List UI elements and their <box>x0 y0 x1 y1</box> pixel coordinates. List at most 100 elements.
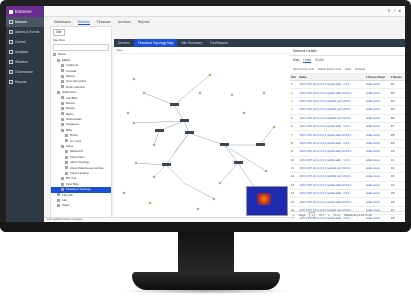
tab-2[interactable]: Firmware <box>97 20 111 25</box>
cell-device: 0/5 <box>389 105 405 115</box>
cell-device-name[interactable]: cellar-core1 <box>364 164 390 174</box>
cell-device: 1/1 <box>389 156 405 165</box>
switch-node-3[interactable] <box>155 129 164 132</box>
switch-node-5[interactable] <box>220 143 229 146</box>
tab-4[interactable]: Reports <box>138 20 150 25</box>
cell-name[interactable]: 10.8.1.157 1/2 ip 2.0.1 (uplink add) 10.… <box>298 88 365 98</box>
table-row[interactable]: 13 10.8.1.157 1/2 ip 2.0.1 (uplink add) 1… <box>290 181 405 191</box>
cell-device-name[interactable]: cellar-core1 <box>364 80 390 90</box>
view-tab-3[interactable]: FlexReports <box>206 39 232 47</box>
tree-selector[interactable]: Site <box>53 29 65 36</box>
cell-name[interactable]: 10.8.1.157 1/2 ip 2.0.1 (uplink add) 10.… <box>298 197 365 207</box>
cell-device-name[interactable]: cellar-core1 <box>364 147 390 157</box>
cell-name[interactable]: 10.8.1.157 1/2 ip 2.0.1 (uplink2 port 10… <box>298 172 365 182</box>
panel-actions: New Device Link Delete Device Link Filter R… <box>290 65 405 74</box>
cell-device-name[interactable]: cellar-core1 <box>364 97 390 107</box>
tree-node-label: Flowchart Topology <box>66 187 91 192</box>
nav-item-3[interactable]: Analytics <box>6 47 44 57</box>
cell-name[interactable]: 10.8.1.157 1/2 ip 2.0.1 (uplink2 port 10… <box>298 114 365 123</box>
table-row[interactable]: 8 10.8.1.157 1/2 ip 2.0.1 (uplink add) - … <box>290 139 405 149</box>
tree-search-input[interactable] <box>53 44 109 52</box>
cell-device-name[interactable]: cellar-core1 <box>364 88 390 98</box>
switch-node-7[interactable] <box>234 161 243 164</box>
nav-item-1[interactable]: Alarms & Events <box>6 27 44 37</box>
view-tab-2[interactable]: Site Summary <box>177 39 206 47</box>
tree-node[interactable]: Spare <box>51 203 111 208</box>
panel-action-3[interactable]: Refresh <box>355 67 365 71</box>
cell-name[interactable]: 10.8.1.157 1/2 ip 2.0.1 (uplink add) - 1… <box>298 80 365 90</box>
cell-device-name[interactable]: cellar-core1 <box>364 105 390 115</box>
pager-first-icon[interactable]: « <box>293 213 295 217</box>
panel-tab-2[interactable]: VLAN <box>315 58 324 63</box>
tab-3[interactable]: Archives <box>118 20 131 25</box>
table-row[interactable]: 14 10.8.1.157 1/2 ip 2.0.1 (uplink add) -… <box>290 189 405 199</box>
cell-name[interactable]: 10.8.1.157 1/2 ip 2.0.1 (uplink add) - 1… <box>298 139 365 149</box>
cell-device-name[interactable]: cellar-core1 <box>364 181 390 191</box>
panel-tab-1[interactable]: Links <box>303 58 312 63</box>
switch-node-2[interactable] <box>180 119 189 122</box>
tree-node-label: Client Landing <box>70 170 89 175</box>
table-row[interactable]: 15 10.8.1.157 1/2 ip 2.0.1 (uplink add) 1… <box>290 197 405 207</box>
nav-item-2[interactable]: Control <box>6 37 44 47</box>
switch-node-1[interactable] <box>170 103 179 106</box>
nav-item-0[interactable]: Network <box>6 17 44 27</box>
view-tab-0[interactable]: Devices <box>114 39 134 47</box>
table-row[interactable]: 9 10.8.1.157 1/2 ip 2.0.1 (uplink add) 10… <box>290 147 405 157</box>
tree-node-label: Flow Bldg <box>66 181 79 186</box>
table-row[interactable]: 1 10.8.1.157 1/2 ip 2.0.1 (uplink add) - … <box>290 80 405 90</box>
nav-item-5[interactable]: Governance <box>6 67 44 77</box>
map-overview-thumbnail[interactable] <box>246 186 288 216</box>
top-bar: ⚲ ? ● <box>44 6 405 17</box>
cell-name[interactable]: 10.8.1.157 1/2 ip 2.0.1 (uplink add) - 1… <box>298 189 365 199</box>
tab-1[interactable]: Devices <box>77 20 90 25</box>
panel-action-2[interactable]: Filter <box>345 67 351 71</box>
table-row[interactable]: 5 10.8.1.157 1/2 ip 2.0.1 (uplink2 port 1… <box>290 114 405 123</box>
cell-name[interactable]: 10.8.1.157 1/2 ip 2.0.1 (uplink add) 10.… <box>298 147 365 157</box>
panel-tab-0[interactable]: Map <box>293 58 299 63</box>
cell-device-name[interactable]: cellar-core1 <box>364 114 390 123</box>
switch-node-8[interactable] <box>256 143 265 146</box>
table-row[interactable]: 12 10.8.1.157 1/2 ip 2.0.1 (uplink2 port … <box>290 172 405 182</box>
panel-action-0[interactable]: New Device Link <box>293 67 314 71</box>
folder-icon <box>61 96 64 100</box>
cell-device-name[interactable]: cellar-core1 <box>364 172 390 182</box>
tab-0[interactable]: Dashboard <box>54 20 71 25</box>
cell-device-name[interactable]: cellar-core1 <box>364 197 390 207</box>
cell-name[interactable]: 10.8.1.157 1/2 ip 2.0.1 (uplink add) 10.… <box>298 130 365 140</box>
router-node-6[interactable] <box>162 163 171 166</box>
nav-item-4[interactable]: Wireless <box>6 57 44 67</box>
cell-name[interactable]: 10.8.1.157 1/2 ip 2.0.1 (uplink add) - 1… <box>298 156 365 165</box>
pager-page-input[interactable]: 1 <box>309 212 315 218</box>
cell-name[interactable]: 10.8.1.157 1/2 ip 2.0.1 (uplink2 port 10… <box>298 164 365 174</box>
tree-node-label: Rome <box>70 133 78 138</box>
table-row[interactable]: 7 10.8.1.157 1/2 ip 2.0.1 (uplink add) 10… <box>290 130 405 140</box>
panel-action-1[interactable]: Delete Device Link <box>318 67 341 71</box>
table-row[interactable]: 10 10.8.1.157 1/2 ip 2.0.1 (uplink add) -… <box>290 156 405 165</box>
app-screen: Extreme Network Alarms & Events Control Ana… <box>6 6 405 222</box>
cell-device-name[interactable]: cellar-core1 <box>364 122 390 132</box>
cell-slot: 10 <box>290 156 299 165</box>
search-icon[interactable]: ⚲ <box>387 8 390 13</box>
cell-device-name[interactable]: cellar-core1 <box>364 156 390 165</box>
cell-device-name[interactable]: cellar-core1 <box>364 139 390 149</box>
switch-node-4[interactable] <box>185 131 194 134</box>
table-row[interactable]: 6 10.8.1.157 1/2 ip 2.0.1 (uplink add) - … <box>290 122 405 132</box>
user-icon[interactable]: ● <box>399 8 401 13</box>
folder-icon <box>61 63 64 67</box>
cell-name[interactable]: 10.8.1.157 1/2 ip 2.0.1 (uplink2 port 10… <box>298 97 365 107</box>
topology-map[interactable]: View <box>114 47 291 220</box>
help-icon[interactable]: ? <box>393 8 395 13</box>
table-row[interactable]: 11 10.8.1.157 1/2 ip 2.0.1 (uplink2 port … <box>290 164 405 174</box>
cell-name[interactable]: 10.8.1.157 1/2 ip 2.0.1 (uplink add) 10.… <box>298 181 365 191</box>
table-row[interactable]: 4 10.8.1.157 1/2 ip 2.0.1 (uplink2 port 1… <box>290 105 405 115</box>
cell-name[interactable]: 10.8.1.157 1/2 ip 2.0.1 (uplink2 port 10… <box>298 105 365 115</box>
view-tab-1[interactable]: Flowchart Topology Map <box>133 39 178 47</box>
table-row[interactable]: 3 10.8.1.157 1/2 ip 2.0.1 (uplink2 port 1… <box>290 97 405 107</box>
chart-icon <box>9 50 13 54</box>
pager-next-icon[interactable]: » <box>328 213 330 217</box>
nav-item-6[interactable]: Reports <box>6 77 44 87</box>
cell-device-name[interactable]: cellar-core1 <box>364 189 390 199</box>
table-row[interactable]: 2 10.8.1.157 1/2 ip 2.0.1 (uplink add) 10… <box>290 88 405 98</box>
cell-name[interactable]: 10.8.1.157 1/2 ip 2.0.1 (uplink add) - 1… <box>298 122 365 132</box>
cell-device-name[interactable]: cellar-core1 <box>364 130 390 140</box>
